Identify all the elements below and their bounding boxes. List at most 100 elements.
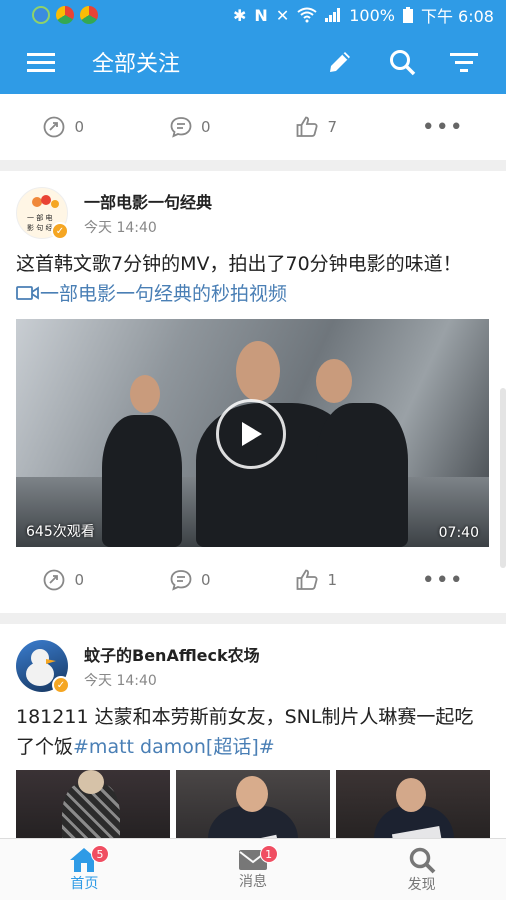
author-name[interactable]: 一部电影一句经典 [84,189,212,213]
post-card-previous: 0 0 7 ••• [0,94,506,160]
repost-count: 0 [74,571,85,589]
battery-percent: 100% [349,5,395,25]
like-button[interactable]: 7 [253,115,380,139]
figure-center-head [236,341,280,401]
bottom-nav: 5 首页 1 消息 发现 [0,838,506,900]
top-bar: ✱ N ✕ 100% 下午 6:08 全部关注 [0,0,506,94]
thumbs-up-icon [297,116,318,137]
photo-figure-head [78,770,104,794]
more-icon: ••• [421,567,464,593]
signal-icon [325,8,341,22]
repost-button[interactable]: 0 [0,568,127,592]
repost-icon [44,116,65,138]
browser-app-icon [32,6,50,24]
home-badge: 5 [91,845,109,863]
pencil-icon [330,52,350,72]
menu-button[interactable] [26,38,56,86]
photo-grid [0,762,506,838]
compose-button[interactable] [316,38,364,86]
divider [0,160,506,171]
post-time: 今天 14:40 [84,220,157,236]
status-bar: ✱ N ✕ 100% 下午 6:08 [0,0,506,30]
photo-thumbnail[interactable] [336,770,490,838]
photo-figure-head [396,778,426,812]
wifi-icon [297,7,317,23]
video-player[interactable]: 645次观看 07:40 [16,319,489,547]
filter-icon [450,53,478,72]
comment-button[interactable]: 0 [127,568,254,592]
like-count: 7 [327,118,338,136]
comment-count: 0 [200,571,211,589]
nav-home[interactable]: 5 首页 [0,839,169,900]
feed[interactable]: 0 0 7 ••• 一 部 电 影 句 经 ✓ 一部电影一句经典 今天 14:4… [0,94,506,838]
video-views: 645次观看 [26,524,95,540]
search-icon [390,50,416,76]
mute-icon: ✕ [275,5,290,25]
scrollbar[interactable] [500,388,506,568]
chrome-app-icon-2 [80,6,98,24]
figure-left [102,415,182,547]
post-text: 181211 达蒙和本劳斯前女友，SNL制片人琳赛一起吃了个饭#matt dam… [0,694,506,762]
nav-messages[interactable]: 1 消息 [169,839,338,900]
hashtag-link[interactable]: #matt damon[超话]# [73,736,275,758]
avatar[interactable]: ✓ [16,640,70,694]
post-text: 这首韩文歌7分钟的MV，拍出了70分钟电影的味道！ 一部电影一句经典的秒拍视频 [0,241,506,309]
clock: 下午 6:08 [420,7,494,26]
author-name[interactable]: 蚊子的BenAffleck农场 [84,642,260,666]
svg-text:一 部 电: 一 部 电 [27,213,52,222]
app-bar: 全部关注 [0,30,506,94]
comment-icon [170,570,192,591]
divider [0,613,506,624]
filter-button[interactable] [440,38,488,86]
repost-count: 0 [74,118,85,136]
like-count: 1 [327,571,338,589]
video-link[interactable]: 一部电影一句经典的秒拍视频 [16,283,287,305]
post-header: 一 部 电 影 句 经 ✓ 一部电影一句经典 今天 14:40 [0,171,506,241]
photo-figure-head [236,776,268,812]
thumbs-up-icon [297,569,318,590]
comment-count: 0 [200,118,211,136]
post-card[interactable]: 一 部 电 影 句 经 ✓ 一部电影一句经典 今天 14:40 这首韩文歌7分钟… [0,171,506,613]
page-title[interactable]: 全部关注 [92,46,302,78]
action-bar: 0 0 7 ••• [0,94,506,160]
verified-badge-icon: ✓ [51,222,69,240]
video-camera-icon [16,286,39,300]
video-duration: 07:40 [438,525,479,541]
post-body: 这首韩文歌7分钟的MV，拍出了70分钟电影的味道！ [16,253,462,275]
battery-icon [402,7,413,23]
search-icon [409,847,436,873]
more-icon: ••• [421,114,464,140]
messages-badge: 1 [259,845,278,863]
nav-discover-label: 发现 [407,876,436,893]
repost-button[interactable]: 0 [0,115,127,139]
bluetooth-icon: ✱ [233,5,247,25]
comment-button[interactable]: 0 [127,115,254,139]
play-icon [242,422,262,446]
nav-home-label: 首页 [70,875,99,892]
figure-right-head [316,359,352,403]
more-button[interactable]: ••• [380,568,506,593]
svg-text:影 句 经: 影 句 经 [27,223,52,232]
avatar[interactable]: 一 部 电 影 句 经 ✓ [16,187,69,240]
post-time: 今天 14:40 [84,673,157,689]
repost-icon [44,569,65,591]
figure-right [316,403,408,547]
nav-messages-label: 消息 [239,873,267,890]
photo-thumbnail[interactable] [16,770,170,838]
post-header: ✓ 蚊子的BenAffleck农场 今天 14:40 [0,624,506,694]
figure-left-head [130,375,160,413]
hamburger-icon [27,53,55,72]
more-button[interactable]: ••• [380,115,506,140]
nfc-icon: N [254,5,268,25]
play-button[interactable] [216,399,286,469]
post-card[interactable]: ✓ 蚊子的BenAffleck农场 今天 14:40 181211 达蒙和本劳斯… [0,624,506,838]
like-button[interactable]: 1 [253,568,380,592]
nav-discover[interactable]: 发现 [337,839,506,900]
video-link-text: 一部电影一句经典的秒拍视频 [40,283,288,305]
search-button[interactable] [378,38,426,86]
comment-icon [170,117,192,138]
chrome-app-icon [56,6,74,24]
action-bar: 0 0 1 ••• [0,547,506,613]
photo-thumbnail[interactable] [176,770,330,838]
verified-badge-icon: ✓ [52,676,70,694]
